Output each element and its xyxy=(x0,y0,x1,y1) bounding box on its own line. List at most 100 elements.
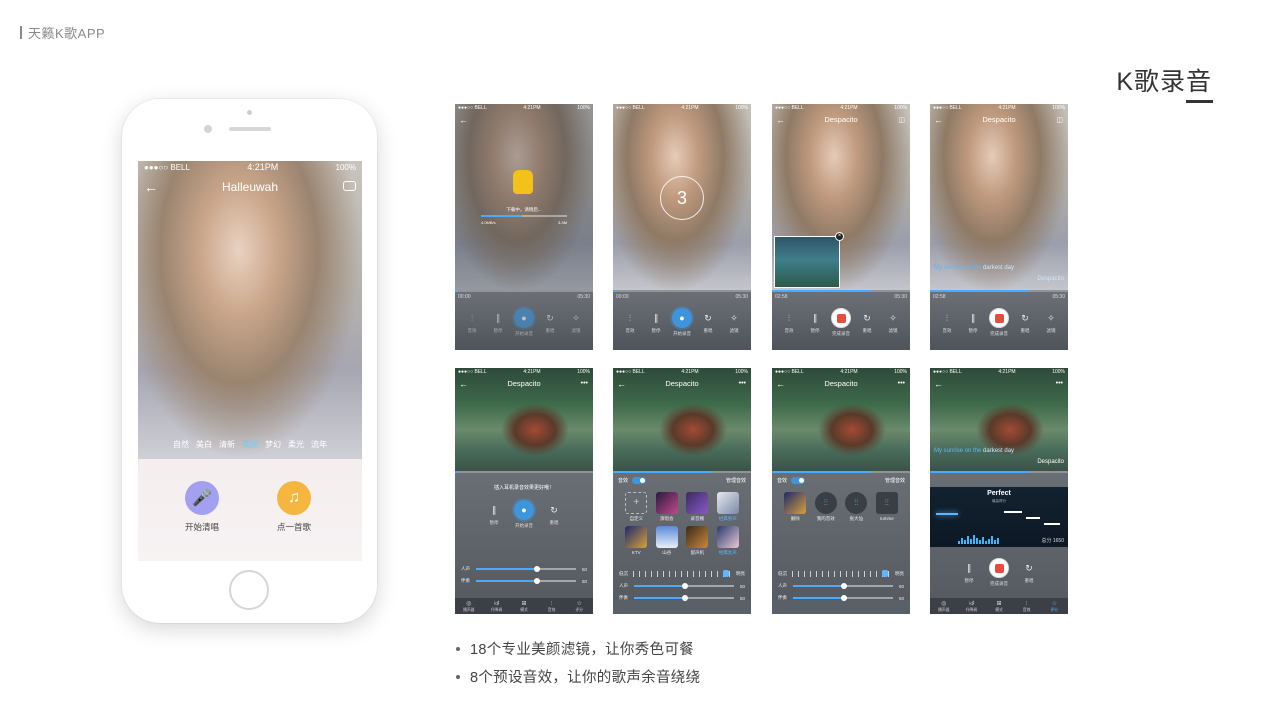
feature-bullet: 8个预设音效，让你的歌声余音绕绕 xyxy=(456,666,700,694)
pause-button[interactable]: ∥ 暂停 xyxy=(804,311,826,334)
clock: 4:21PM xyxy=(681,105,699,111)
eq-preset-zhangdaxian[interactable]: ⫶⫶ 张大仙 xyxy=(841,492,872,522)
filter-button[interactable]: ✧ 滤镜 xyxy=(882,311,904,334)
effect-valley[interactable]: 山谷 xyxy=(652,526,683,556)
tab-effects[interactable]: ⫶ 音效 xyxy=(541,600,563,613)
camera-switch-icon[interactable]: ◫ xyxy=(1056,116,1063,124)
effect-concert[interactable]: 演唱会 xyxy=(652,492,683,522)
tab-player[interactable]: ◎ 播声器 xyxy=(933,600,955,613)
song-progress[interactable] xyxy=(455,290,593,292)
tab-score[interactable]: ☆ 评分 xyxy=(1043,600,1065,613)
tab-mode[interactable]: ⊞ 模式 xyxy=(988,600,1010,613)
manage-effects-link[interactable]: 管理音效 xyxy=(885,477,905,484)
resing-button[interactable]: ↻ 重唱 xyxy=(1018,561,1040,584)
tone-slider[interactable]: 低沉 明亮 xyxy=(619,568,745,580)
eq-preset-delete[interactable]: 删除 xyxy=(780,492,811,522)
home-button[interactable] xyxy=(229,570,269,610)
filter-item[interactable]: 自然 xyxy=(173,439,189,450)
filter-item[interactable]: 清新 xyxy=(219,439,235,450)
song-progress[interactable] xyxy=(930,471,1068,473)
pause-button[interactable]: ∥ 暂停 xyxy=(483,503,505,526)
pause-button[interactable]: ∥ 暂停 xyxy=(645,311,667,334)
finish-record-button[interactable]: 完成录音 xyxy=(830,308,852,337)
effect-studio[interactable]: 录音棚 xyxy=(682,492,713,522)
finish-record-button[interactable]: 完成录音 xyxy=(988,308,1010,337)
pick-song-label: 点一首歌 xyxy=(276,522,311,532)
filter-item[interactable]: 流年 xyxy=(311,439,327,450)
control-label: 重唱 xyxy=(703,328,713,333)
start-sing-button[interactable]: 🎤 开始清唱 xyxy=(172,481,232,533)
record-button[interactable]: ● 开始录音 xyxy=(671,308,693,337)
more-icon[interactable]: ••• xyxy=(1056,380,1063,387)
effect-custom[interactable]: + 自定义 xyxy=(621,492,652,522)
control-label: 开始录音 xyxy=(515,523,533,528)
effect-classic-female[interactable]: 经典女声 xyxy=(713,526,744,556)
effects-button[interactable]: ⫶ 音效 xyxy=(461,311,483,334)
pause-button[interactable]: ∥ 暂停 xyxy=(958,561,980,584)
accompaniment-slider[interactable]: 伴奏 50 xyxy=(778,592,904,604)
tab-pitch[interactable]: ♭♯ 升降调 xyxy=(485,600,507,613)
camera-switch-icon[interactable] xyxy=(343,181,356,191)
back-arrow-icon[interactable]: ← xyxy=(459,114,468,126)
effect-ktv[interactable]: KTV xyxy=(621,526,652,556)
tab-label: 评分 xyxy=(575,607,583,612)
record-button[interactable]: ● 开始录音 xyxy=(513,308,535,337)
more-icon[interactable]: ••• xyxy=(898,380,905,387)
countdown-ring: 3 xyxy=(660,176,704,220)
back-arrow-icon[interactable]: ← xyxy=(934,378,943,390)
effects-button[interactable]: ⫶ 音效 xyxy=(619,311,641,334)
effects-header: 音效 管理音效 xyxy=(777,475,905,485)
effects-button[interactable]: ⫶ 音效 xyxy=(936,311,958,334)
pick-song-button[interactable]: ♫ 点一首歌 xyxy=(264,481,324,533)
eq-preset-mine[interactable]: ⫶⫶ 我的音效 xyxy=(811,492,842,522)
song-progress[interactable] xyxy=(930,290,1068,292)
tab-effects[interactable]: ⫶ 音效 xyxy=(1016,600,1038,613)
effects-toggle[interactable] xyxy=(632,476,647,484)
resing-button[interactable]: ↻ 重唱 xyxy=(697,311,719,334)
resing-button[interactable]: ↻ 重唱 xyxy=(543,503,565,526)
song-progress[interactable] xyxy=(613,290,751,292)
filter-item-active[interactable]: 美颜 xyxy=(242,439,258,450)
filter-item[interactable]: 梦幻 xyxy=(265,439,281,450)
filter-button[interactable]: ✧ 滤镜 xyxy=(1040,311,1062,334)
eq-preset-rumme[interactable]: ⫶⫶ rumme xyxy=(872,492,903,522)
manage-effects-link[interactable]: 管理音效 xyxy=(726,477,746,484)
camera-switch-icon[interactable]: ◫ xyxy=(898,116,905,124)
accompaniment-slider[interactable]: 伴奏 50 xyxy=(619,592,745,604)
effect-classic-male[interactable]: 经典男声 xyxy=(713,492,744,522)
accompaniment-slider[interactable]: 伴奏 50 xyxy=(461,575,587,587)
feature-text: 18个专业美颜滤镜，让你秀色可餐 xyxy=(470,642,694,658)
more-icon[interactable]: ••• xyxy=(581,380,588,387)
filter-item[interactable]: 柔光 xyxy=(288,439,304,450)
filter-button[interactable]: ✧ 滤镜 xyxy=(723,311,745,334)
effect-gramophone[interactable]: 留声机 xyxy=(682,526,713,556)
effects-button[interactable]: ⫶ 音效 xyxy=(778,311,800,334)
effects-toggle[interactable] xyxy=(791,476,806,484)
filter-button[interactable]: ✧ 滤镜 xyxy=(565,311,587,334)
tab-pitch[interactable]: ♭♯ 升降调 xyxy=(960,600,982,613)
resing-button[interactable]: ↻ 重唱 xyxy=(539,311,561,334)
bullet-dot xyxy=(456,674,460,679)
more-icon[interactable]: ••• xyxy=(739,380,746,387)
song-progress[interactable] xyxy=(772,290,910,292)
song-progress[interactable] xyxy=(772,471,910,473)
vocal-slider[interactable]: 人声 50 xyxy=(461,563,587,575)
close-icon[interactable]: × xyxy=(835,232,844,241)
vocal-slider[interactable]: 人声 50 xyxy=(778,580,904,592)
vocal-slider[interactable]: 人声 50 xyxy=(619,580,745,592)
pause-button[interactable]: ∥ 暂停 xyxy=(487,311,509,334)
song-progress[interactable] xyxy=(455,471,593,473)
pause-button[interactable]: ∥ 暂停 xyxy=(962,311,984,334)
filter-item[interactable]: 美白 xyxy=(196,439,212,450)
mv-thumbnail[interactable] xyxy=(774,236,840,288)
tab-score[interactable]: ☆ 评分 xyxy=(568,600,590,613)
record-button[interactable]: ● 开始录音 xyxy=(513,500,535,529)
tab-mode[interactable]: ⊞ 模式 xyxy=(513,600,535,613)
resing-button[interactable]: ↻ 重唱 xyxy=(856,311,878,334)
song-progress[interactable] xyxy=(613,471,751,473)
resing-button[interactable]: ↻ 重唱 xyxy=(1014,311,1036,334)
status-bar: ●●●○○ BELL 4:21PM 100% xyxy=(455,368,593,376)
tone-slider[interactable]: 低沉 明亮 xyxy=(778,568,904,580)
tab-player[interactable]: ◎ 播声器 xyxy=(458,600,480,613)
finish-record-button[interactable]: 完成录音 xyxy=(988,558,1010,587)
